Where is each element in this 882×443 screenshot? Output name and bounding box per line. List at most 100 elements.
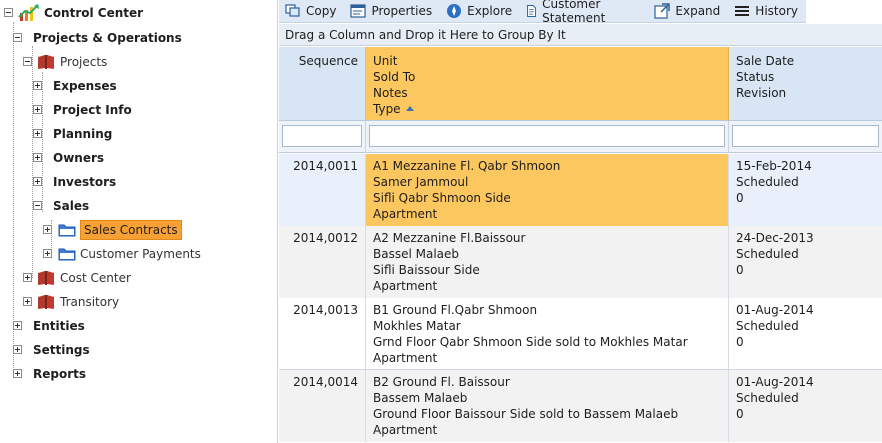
expand-toggle-settings[interactable] [13,345,22,354]
book-icon [38,295,54,309]
column-header-sale-date[interactable]: Sale Date Status Revision [729,47,882,121]
tree-label: Projects & Operations [33,31,182,45]
filter-cell [366,121,729,153]
navigation-tree: Control Center Projects & Operations Pro… [0,0,278,443]
tree-label: Transitory [60,295,120,309]
cell-sequence: 2014,0012 [279,226,366,298]
tree-node-entities[interactable]: Entities [33,315,85,337]
tree-node-transitory[interactable]: Transitory [36,291,119,313]
tree-node-customer-payments[interactable]: Customer Payments [58,243,201,265]
cell-sequence: 2014,0014 [279,370,366,442]
group-by-panel[interactable]: Drag a Column and Drop it Here to Group … [279,24,882,46]
column-header-sequence[interactable]: Sequence [279,47,366,121]
table-row[interactable]: 2014,0014 B2 Ground Fl. Baissour Bassem M… [279,370,882,442]
explore-button[interactable]: Explore [440,0,520,22]
properties-icon [350,4,367,18]
history-button[interactable]: History [728,0,806,22]
tree-node-reports[interactable]: Reports [33,363,86,385]
tree-node-investors[interactable]: Investors [53,171,116,193]
expand-toggle-cost-center[interactable] [23,273,32,282]
tree-node-settings[interactable]: Settings [33,339,90,361]
filter-cell [279,121,366,153]
book-icon [38,271,54,285]
toolbar: Copy Properties Explore Customer Stateme… [279,0,806,25]
header-label: Sequence [298,54,358,68]
list-icon [735,6,750,16]
tree-node-control-center[interactable]: Control Center [18,2,143,24]
table-row[interactable]: 2014,0013 B1 Ground Fl.Qabr Shmoon Mokhle… [279,298,882,370]
history-label: History [755,4,798,18]
tree-label: Projects [60,55,108,69]
collapse-toggle-sales[interactable] [33,201,42,210]
tree-node-expenses[interactable]: Expenses [53,75,117,97]
tree-node-project-info[interactable]: Project Info [53,99,132,121]
filter-row [279,121,882,153]
expand-toggle-owners[interactable] [33,153,42,162]
tree-node-planning[interactable]: Planning [53,123,112,145]
expand-toggle-reports[interactable] [13,369,22,378]
expand-toggle-sales-contracts[interactable] [43,225,52,234]
tree-label: Settings [33,343,90,357]
tree-label: Sales [53,199,90,213]
expand-label: Expand [675,4,721,18]
filter-input-sale-date[interactable] [732,125,879,147]
tree-node-owners[interactable]: Owners [53,147,104,169]
expand-toggle-planning[interactable] [33,129,42,138]
copy-label: Copy [306,4,337,18]
filter-cell [729,121,882,153]
tree-node-sales[interactable]: Sales [53,195,89,217]
expand-button[interactable]: Expand [648,0,728,22]
folder-icon [58,248,76,261]
explore-label: Explore [467,4,513,18]
header-label: Revision [736,86,787,100]
tree-label: Expenses [53,79,117,93]
folder-icon [58,224,76,237]
header-label: Sold To [373,70,416,84]
filter-input-unit[interactable] [369,125,725,147]
customer-statement-button[interactable]: Customer Statement [520,0,648,25]
filter-input-sequence[interactable] [282,125,362,147]
collapse-toggle-root[interactable] [4,8,13,17]
table-row[interactable]: 2014,0012 A2 Mezzanine Fl.Baissour Bassel… [279,226,882,298]
expand-toggle-transitory[interactable] [23,297,32,306]
properties-label: Properties [371,4,433,18]
cell-unit: A2 Mezzanine Fl.Baissour Bassel Malaeb Sif… [366,226,729,298]
document-icon [527,5,537,17]
tree-node-cost-center[interactable]: Cost Center [36,267,131,289]
properties-button[interactable]: Properties [344,0,440,22]
cell-sale-date: 15-Feb-2014 Scheduled 0 [729,154,882,226]
tree-label: Planning [53,127,113,141]
tree-node-projects-operations[interactable]: Projects & Operations [33,27,182,49]
tree-node-projects[interactable]: Projects [36,51,107,73]
expand-toggle-project-info[interactable] [33,105,42,114]
header-label: Status [736,70,775,84]
cell-sequence: 2014,0011 [279,154,366,226]
collapse-toggle-projects-ops[interactable] [13,33,22,42]
expand-toggle-customer-payments[interactable] [43,249,52,258]
tree-label: Entities [33,319,85,333]
expand-toggle-expenses[interactable] [33,81,42,90]
cell-sale-date: 01-Aug-2014 Scheduled 0 [729,370,882,442]
cell-unit: B2 Ground Fl. Baissour Bassem Malaeb Groun… [366,370,729,442]
collapse-toggle-projects[interactable] [23,57,32,66]
cell-unit: A1 Mezzanine Fl. Qabr Shmoon Samer Jammou… [366,154,729,226]
tree-label: Owners [53,151,105,165]
tree-label: Customer Payments [80,247,201,261]
header-label: Sale Date [736,54,795,68]
table-row[interactable]: 2014,0011 A1 Mezzanine Fl. Qabr Shmoon Sa… [279,154,882,226]
cell-unit: B1 Ground Fl.Qabr Shmoon Mokhles Matar Grn… [366,298,729,370]
expand-toggle-entities[interactable] [13,321,22,330]
chart-growth-icon [18,4,39,21]
cell-sequence: 2014,0013 [279,298,366,370]
tree-node-sales-contracts[interactable]: Sales Contracts [58,219,182,241]
header-label: Type [373,102,401,116]
tree-label: Investors [53,175,117,189]
column-header-unit[interactable]: Unit Sold To Notes Type [366,47,729,121]
tree-label: Cost Center [60,271,131,285]
tree-label: Control Center [44,6,144,20]
copy-button[interactable]: Copy [279,0,344,22]
cell-sale-date: 24-Dec-2013 Scheduled 0 [729,226,882,298]
tree-label: Project Info [53,103,132,117]
expand-toggle-investors[interactable] [33,177,42,186]
customer-statement-label: Customer Statement [542,0,606,25]
